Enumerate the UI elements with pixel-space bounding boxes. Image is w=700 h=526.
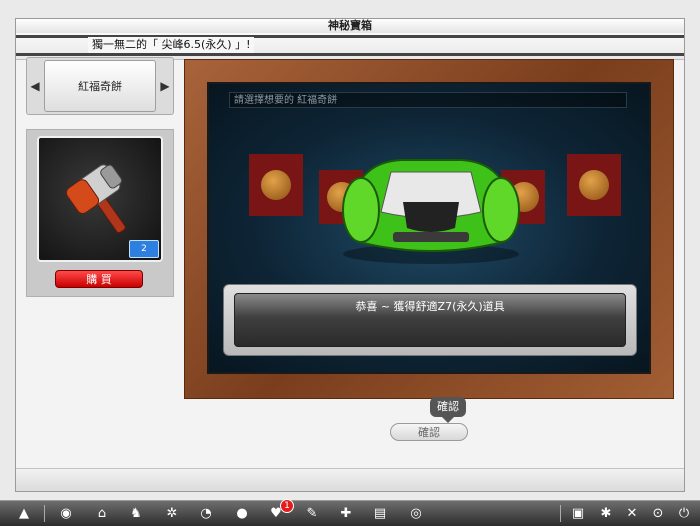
cookie-icon [579,170,609,200]
notice-bar: 獨一無二的「 尖峰6.5(永久) 」! [16,33,684,60]
search-icon[interactable]: ◔ [196,504,216,523]
network-icon[interactable]: ✱ [596,504,616,523]
buy-button[interactable]: 購 買 [55,270,143,288]
item-count-badge: 2 [129,240,159,258]
cookie-icon [261,170,291,200]
item-selector: ◀ 紅福奇餅 ▶ [26,57,174,115]
notice-text: 獨一無二的「 尖峰6.5(永久) 」! [88,37,255,53]
radio-icon[interactable]: ◎ [406,504,426,523]
taskbar-separator [560,505,561,522]
kart-icon [342,159,520,264]
settings-icon[interactable]: ✲ [162,504,182,523]
reward-stage: 請選擇想要的 紅福奇餅 恭喜 ~ 獲得舒適Z7(永久)道具 [207,82,651,374]
shirt-icon[interactable]: ✚ [336,504,356,523]
window-footer [16,468,684,491]
wooden-frame: 請選擇想要的 紅福奇餅 恭喜 ~ 獲得舒適Z7(永久)道具 [184,59,674,399]
power-icon[interactable]: ⏻ [674,504,694,523]
confirm-tooltip: 確認 [430,397,466,423]
start-icon[interactable]: ▲ [14,504,34,523]
mystery-box-window: 神秘寶箱 獨一無二的「 尖峰6.5(永久) 」! ◀ 紅福奇餅 ▶ 2 購 買 … [15,18,685,492]
tools-icon[interactable]: ✕ [622,504,642,523]
fortune-cookie-card[interactable] [249,154,303,216]
select-prompt: 請選擇想要的 紅福奇餅 [229,92,627,108]
prev-item-button[interactable]: ◀ [27,58,43,114]
pencil-icon[interactable]: ✎ [302,504,322,523]
result-panel: 恭喜 ~ 獲得舒適Z7(永久)道具 [223,284,637,356]
item-preview: 2 [37,136,163,262]
magnifier-icon[interactable]: ⊙ [648,504,668,523]
back-icon[interactable]: ◉ [56,504,76,523]
taskbar-separator [44,505,45,522]
taskbar: ▲ ◉ ⌂ ♞ ✲ ◔ ● ♥ 1 ✎ ✚ ▤ ◎ ▣ ✱ ✕ ⊙ ⏻ [0,499,700,526]
result-inner: 恭喜 ~ 獲得舒適Z7(永久)道具 [234,293,626,347]
fortune-cookie-card[interactable] [567,154,621,216]
next-item-button[interactable]: ▶ [157,58,173,114]
item-panel: 2 購 買 [26,129,174,297]
triangle-left-icon: ◀ [30,79,40,93]
book-icon[interactable]: ▤ [370,504,390,523]
notification-badge: 1 [280,499,294,513]
confirm-button[interactable]: 確認 [390,423,468,441]
triangle-right-icon: ▶ [160,79,170,93]
egg-icon[interactable]: ● [232,504,252,523]
character-icon[interactable]: ♞ [126,504,146,523]
selected-item-label[interactable]: 紅福奇餅 [44,60,156,112]
result-message: 恭喜 ~ 獲得舒適Z7(永久)道具 [355,300,505,313]
notice-stripe-bottom [16,53,684,56]
window-title: 神秘寶箱 [16,19,684,34]
folder-icon[interactable]: ▣ [568,504,588,523]
shop-icon[interactable]: ⌂ [92,504,112,523]
